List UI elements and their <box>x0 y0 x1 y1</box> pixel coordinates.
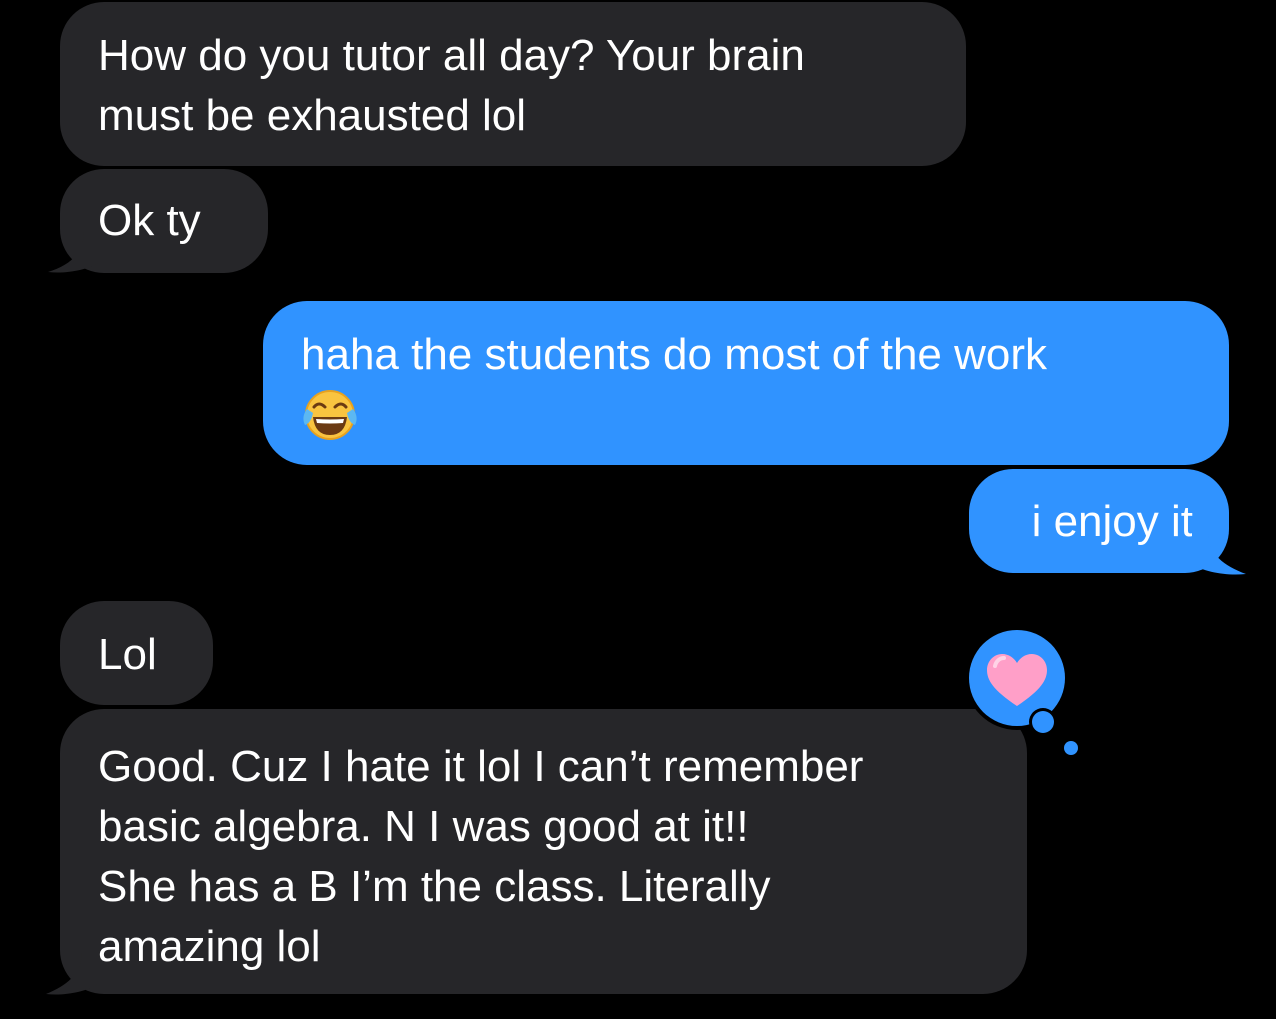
message-text: Ok ty <box>98 196 201 245</box>
tears-of-joy-emoji-icon <box>301 387 359 459</box>
outgoing-message-bubble[interactable]: haha the students do most of the work <box>263 301 1229 465</box>
message-text: haha the students do most of the work <box>301 330 1048 379</box>
incoming-message-bubble[interactable]: How do you tutor all day? Your brain mus… <box>60 2 966 166</box>
messages-thread: How do you tutor all day? Your brain mus… <box>0 0 1276 1019</box>
incoming-bubble-tail <box>46 952 98 995</box>
outgoing-bubble-tail <box>1192 532 1246 575</box>
incoming-message-bubble[interactable]: Lol <box>60 601 213 705</box>
message-text: Lol <box>98 630 157 679</box>
message-text: Good. Cuz I hate it lol I can’t remember… <box>98 742 864 971</box>
heart-reaction[interactable] <box>965 626 1085 756</box>
message-text: i enjoy it <box>1031 497 1193 546</box>
message-text: How do you tutor all day? Your brain mus… <box>98 31 805 140</box>
incoming-bubble-tail <box>48 232 100 273</box>
incoming-message-bubble[interactable]: Good. Cuz I hate it lol I can’t remember… <box>60 709 1027 994</box>
